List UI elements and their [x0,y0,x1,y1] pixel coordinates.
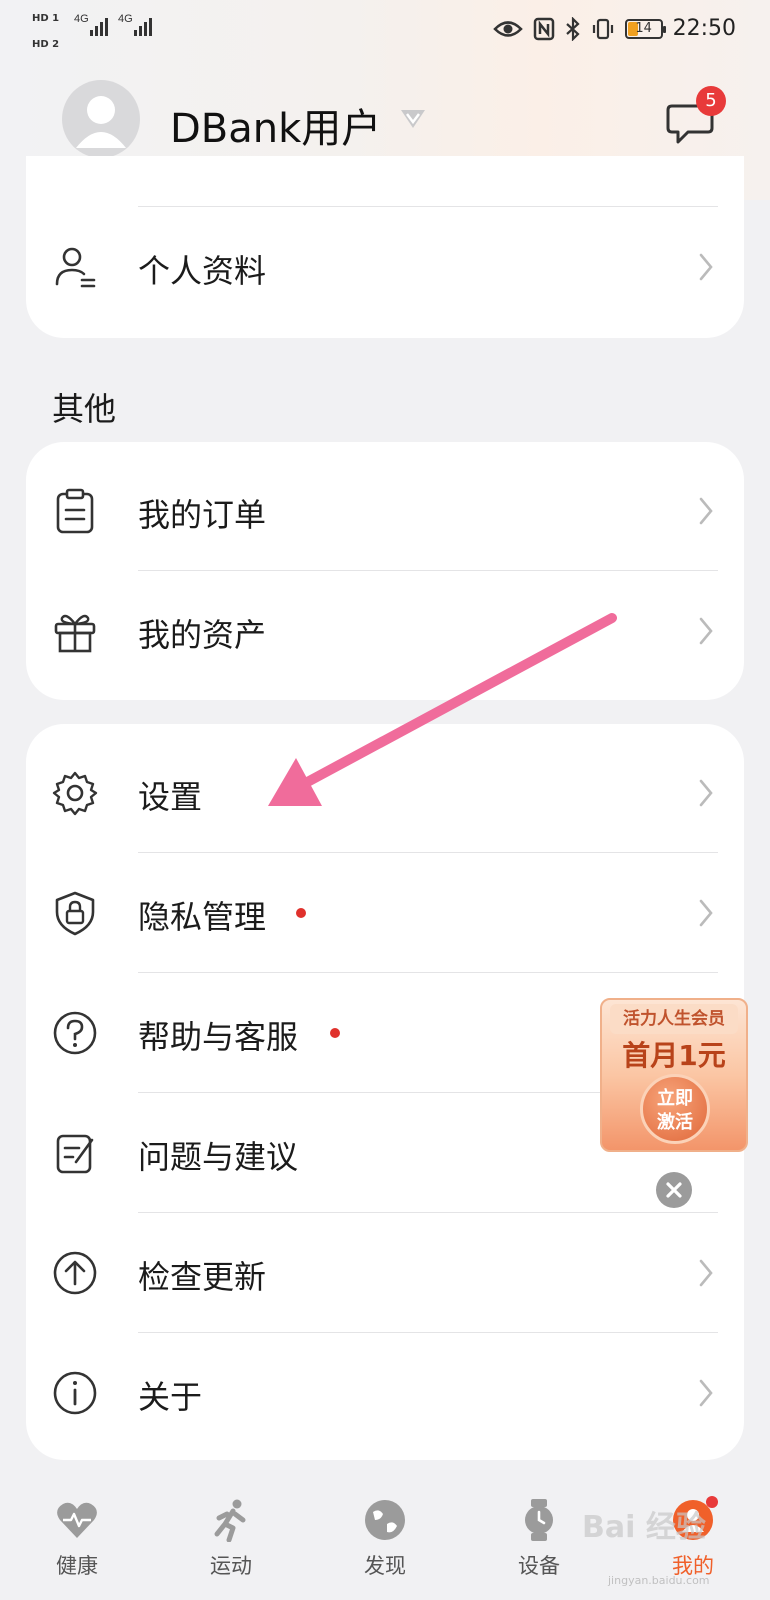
close-icon [666,1182,682,1198]
chevron-right-icon [699,779,713,807]
menu-item-label: 个人资料 [138,252,267,290]
battery-level: 14 [635,20,652,36]
upload-arrow-icon [53,1251,97,1295]
divider [138,206,718,207]
menu-item-privacy[interactable]: 隐私管理 [26,854,744,972]
menu-item-label: 设置 [138,778,203,816]
sim1-label: HD 1 [32,13,60,24]
runner-icon [214,1499,246,1542]
chevron-right-icon [699,899,713,927]
question-icon [53,1011,97,1055]
watermark-url: jingyan.baidu.com [608,1574,710,1587]
tab-exercise[interactable]: 运动 [176,1488,286,1600]
sim-indicators: HD 1 HD 2 [32,12,59,52]
eye-icon [492,20,523,37]
promo-envelope[interactable]: 活力人生会员 首月1元 立即 激活 [600,998,748,1152]
menu-item-label: 帮助与客服 [138,1018,299,1056]
menu-item-update[interactable]: 检查更新 [26,1214,744,1332]
username[interactable]: DBank用户 [170,96,381,154]
vibrate-icon [592,18,613,39]
chevron-right-icon [699,617,713,645]
promo-close-button[interactable] [656,1172,692,1208]
menu-item-about[interactable]: 关于 [26,1334,744,1452]
bluetooth-icon [565,16,580,41]
menu-item-orders[interactable]: 我的订单 [26,452,744,570]
menu-item-label: 我的订单 [138,496,267,534]
status-right: 14 22:50 [492,16,736,41]
section-title-other: 其他 [52,390,117,428]
profile-icon [55,247,96,288]
chevron-right-icon [699,1379,713,1407]
vip-badge-icon[interactable] [398,106,428,130]
promo-tag: 活力人生会员 [610,1004,738,1034]
notification-dot [296,908,306,918]
heart-pulse-icon [57,1502,97,1538]
svg-text:4G: 4G [118,13,133,25]
tab-label: 发现 [364,1554,406,1578]
chevron-right-icon [699,1259,713,1287]
nfc-icon [533,17,554,40]
chevron-right-icon [699,253,713,281]
feedback-icon [56,1134,94,1174]
chevron-right-icon [699,497,713,525]
message-badge: 5 [696,86,726,116]
promo-cta-line2: 激活 [657,1112,693,1133]
gift-icon [54,614,96,653]
svg-text:4G: 4G [74,13,89,25]
tab-label: 运动 [210,1554,252,1578]
tab-me-badge-dot [706,1496,718,1508]
divider [138,1212,718,1213]
menu-item-assets[interactable]: 我的资产 [26,572,744,690]
menu-item-label: 隐私管理 [138,898,267,936]
tab-label: 健康 [56,1554,98,1578]
battery-icon: 14 [624,18,666,39]
menu-item-label: 关于 [138,1378,203,1416]
menu-item-label: 问题与建议 [138,1138,299,1176]
tab-label: 设备 [518,1554,560,1578]
tab-health[interactable]: 健康 [22,1488,132,1600]
menu-item-label: 检查更新 [138,1258,267,1296]
gear-icon [52,771,98,816]
globe-icon [365,1500,405,1540]
divider [138,852,718,853]
shield-lock-icon [55,891,95,936]
promo-headline: 首月1元 [622,1039,726,1072]
divider [138,972,718,973]
tab-discover[interactable]: 发现 [330,1488,440,1600]
menu-item-label: 我的资产 [138,616,267,654]
divider [138,1332,718,1333]
promo-cta-line1: 立即 [657,1088,693,1109]
watch-icon [525,1499,553,1541]
menu-item-profile[interactable]: 个人资料 [26,208,744,326]
signal-icon: 4G [72,4,112,44]
divider [138,570,718,571]
promo-activate-button[interactable]: 立即 激活 [640,1074,710,1144]
tab-devices[interactable]: 设备 [484,1488,594,1600]
info-icon [53,1371,97,1415]
status-bar: HD 1 HD 2 4G 4G 14 22:50 [0,0,770,60]
menu-item-settings[interactable]: 设置 [26,734,744,852]
sim2-label: HD 2 [32,39,60,50]
clock: 22:50 [672,16,736,41]
notification-dot [330,1028,340,1038]
signal-icon-2: 4G [116,4,156,44]
avatar[interactable] [62,80,140,158]
watermark: Bai 经验 [582,1510,706,1545]
clipboard-icon [56,488,94,534]
other-card: 我的订单 我的资产 [26,442,744,700]
account-card: 个人资料 [26,156,744,338]
